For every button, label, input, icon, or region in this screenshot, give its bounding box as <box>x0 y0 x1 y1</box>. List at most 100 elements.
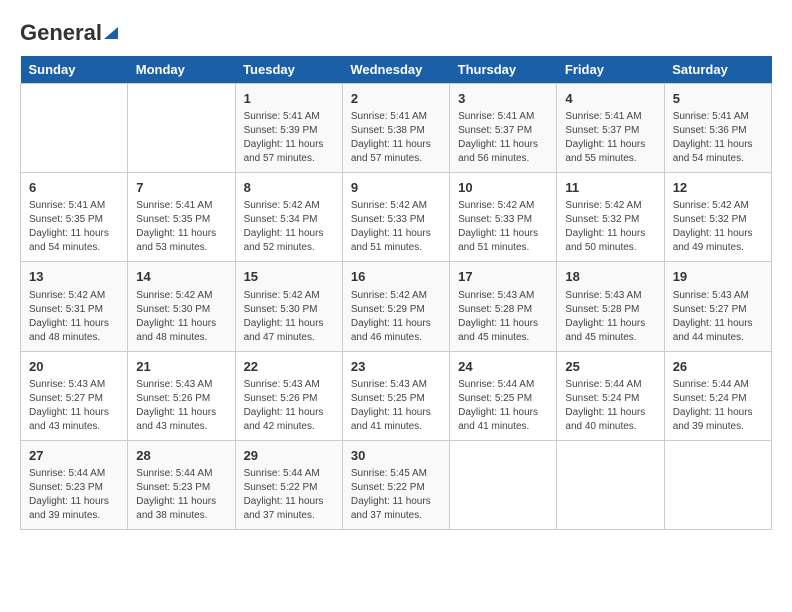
calendar-table: SundayMondayTuesdayWednesdayThursdayFrid… <box>20 56 772 530</box>
day-info: Sunrise: 5:41 AM Sunset: 5:39 PM Dayligh… <box>244 110 334 166</box>
calendar-cell: 19 Sunrise: 5:43 AM Sunset: 5:27 PM Dayli… <box>664 262 771 351</box>
weekday-header-saturday: Saturday <box>664 56 771 84</box>
day-number: 5 <box>673 90 763 108</box>
calendar-cell: 30 Sunrise: 5:45 AM Sunset: 5:22 PM Dayli… <box>342 440 449 529</box>
calendar-cell: 10 Sunrise: 5:42 AM Sunset: 5:33 PM Dayli… <box>450 173 557 262</box>
day-info: Sunrise: 5:43 AM Sunset: 5:25 PM Dayligh… <box>351 378 441 434</box>
day-number: 2 <box>351 90 441 108</box>
calendar-cell: 22 Sunrise: 5:43 AM Sunset: 5:26 PM Dayli… <box>235 351 342 440</box>
day-number: 27 <box>29 447 119 465</box>
calendar-cell: 25 Sunrise: 5:44 AM Sunset: 5:24 PM Dayli… <box>557 351 664 440</box>
day-number: 11 <box>565 179 655 197</box>
calendar-cell: 7 Sunrise: 5:41 AM Sunset: 5:35 PM Daylig… <box>128 173 235 262</box>
calendar-cell: 26 Sunrise: 5:44 AM Sunset: 5:24 PM Dayli… <box>664 351 771 440</box>
day-info: Sunrise: 5:44 AM Sunset: 5:25 PM Dayligh… <box>458 378 548 434</box>
day-number: 28 <box>136 447 226 465</box>
logo-general: General <box>20 20 102 46</box>
day-info: Sunrise: 5:42 AM Sunset: 5:30 PM Dayligh… <box>244 289 334 345</box>
day-info: Sunrise: 5:43 AM Sunset: 5:28 PM Dayligh… <box>458 289 548 345</box>
day-number: 19 <box>673 268 763 286</box>
day-number: 3 <box>458 90 548 108</box>
calendar-cell: 11Sunrise: 5:42 AM Sunset: 5:32 PM Dayli… <box>557 173 664 262</box>
calendar-cell: 8 Sunrise: 5:42 AM Sunset: 5:34 PM Daylig… <box>235 173 342 262</box>
weekday-header-tuesday: Tuesday <box>235 56 342 84</box>
day-number: 25 <box>565 358 655 376</box>
calendar-cell: 28 Sunrise: 5:44 AM Sunset: 5:23 PM Dayli… <box>128 440 235 529</box>
day-info: Sunrise: 5:42 AM Sunset: 5:31 PM Dayligh… <box>29 289 119 345</box>
day-info: Sunrise: 5:41 AM Sunset: 5:35 PM Dayligh… <box>136 199 226 255</box>
day-number: 4 <box>565 90 655 108</box>
day-number: 1 <box>244 90 334 108</box>
weekday-header-wednesday: Wednesday <box>342 56 449 84</box>
calendar-cell <box>450 440 557 529</box>
day-info: Sunrise: 5:41 AM Sunset: 5:37 PM Dayligh… <box>458 110 548 166</box>
calendar-cell: 14 Sunrise: 5:42 AM Sunset: 5:30 PM Dayli… <box>128 262 235 351</box>
day-number: 26 <box>673 358 763 376</box>
day-info: Sunrise: 5:44 AM Sunset: 5:24 PM Dayligh… <box>565 378 655 434</box>
calendar-cell: 16 Sunrise: 5:42 AM Sunset: 5:29 PM Dayli… <box>342 262 449 351</box>
calendar-cell: 18 Sunrise: 5:43 AM Sunset: 5:28 PM Dayli… <box>557 262 664 351</box>
day-info: Sunrise: 5:41 AM Sunset: 5:38 PM Dayligh… <box>351 110 441 166</box>
day-number: 20 <box>29 358 119 376</box>
calendar-cell: 17Sunrise: 5:43 AM Sunset: 5:28 PM Dayli… <box>450 262 557 351</box>
day-info: Sunrise: 5:43 AM Sunset: 5:26 PM Dayligh… <box>136 378 226 434</box>
calendar-cell <box>557 440 664 529</box>
weekday-header-monday: Monday <box>128 56 235 84</box>
logo-icon <box>104 23 118 44</box>
calendar-cell: 24 Sunrise: 5:44 AM Sunset: 5:25 PM Dayli… <box>450 351 557 440</box>
day-info: Sunrise: 5:45 AM Sunset: 5:22 PM Dayligh… <box>351 467 441 523</box>
calendar-cell: 13 Sunrise: 5:42 AM Sunset: 5:31 PM Dayli… <box>21 262 128 351</box>
calendar-cell: 6 Sunrise: 5:41 AM Sunset: 5:35 PM Daylig… <box>21 173 128 262</box>
weekday-header-thursday: Thursday <box>450 56 557 84</box>
day-info: Sunrise: 5:44 AM Sunset: 5:23 PM Dayligh… <box>29 467 119 523</box>
day-number: 12 <box>673 179 763 197</box>
weekday-header-friday: Friday <box>557 56 664 84</box>
day-info: Sunrise: 5:41 AM Sunset: 5:37 PM Dayligh… <box>565 110 655 166</box>
day-info: Sunrise: 5:42 AM Sunset: 5:33 PM Dayligh… <box>458 199 548 255</box>
calendar-cell: 23 Sunrise: 5:43 AM Sunset: 5:25 PM Dayli… <box>342 351 449 440</box>
day-number: 10 <box>458 179 548 197</box>
day-number: 14 <box>136 268 226 286</box>
day-number: 23 <box>351 358 441 376</box>
day-info: Sunrise: 5:42 AM Sunset: 5:33 PM Dayligh… <box>351 199 441 255</box>
calendar-cell <box>21 84 128 173</box>
weekday-header-sunday: Sunday <box>21 56 128 84</box>
day-number: 30 <box>351 447 441 465</box>
calendar-cell: 12 Sunrise: 5:42 AM Sunset: 5:32 PM Dayli… <box>664 173 771 262</box>
day-info: Sunrise: 5:44 AM Sunset: 5:24 PM Dayligh… <box>673 378 763 434</box>
day-number: 6 <box>29 179 119 197</box>
day-number: 16 <box>351 268 441 286</box>
day-number: 22 <box>244 358 334 376</box>
calendar-header: SundayMondayTuesdayWednesdayThursdayFrid… <box>21 56 772 84</box>
calendar-cell: 9 Sunrise: 5:42 AM Sunset: 5:33 PM Daylig… <box>342 173 449 262</box>
calendar-cell: 3 Sunrise: 5:41 AM Sunset: 5:37 PM Daylig… <box>450 84 557 173</box>
calendar-cell: 21 Sunrise: 5:43 AM Sunset: 5:26 PM Dayli… <box>128 351 235 440</box>
calendar-cell: 4 Sunrise: 5:41 AM Sunset: 5:37 PM Daylig… <box>557 84 664 173</box>
day-info: Sunrise: 5:42 AM Sunset: 5:29 PM Dayligh… <box>351 289 441 345</box>
calendar-cell: 15Sunrise: 5:42 AM Sunset: 5:30 PM Dayli… <box>235 262 342 351</box>
day-number: 7 <box>136 179 226 197</box>
day-info: Sunrise: 5:42 AM Sunset: 5:30 PM Dayligh… <box>136 289 226 345</box>
day-number: 9 <box>351 179 441 197</box>
day-number: 24 <box>458 358 548 376</box>
calendar-cell: 29 Sunrise: 5:44 AM Sunset: 5:22 PM Dayli… <box>235 440 342 529</box>
day-info: Sunrise: 5:43 AM Sunset: 5:28 PM Dayligh… <box>565 289 655 345</box>
calendar-cell: 2 Sunrise: 5:41 AM Sunset: 5:38 PM Daylig… <box>342 84 449 173</box>
day-info: Sunrise: 5:41 AM Sunset: 5:35 PM Dayligh… <box>29 199 119 255</box>
day-info: Sunrise: 5:42 AM Sunset: 5:34 PM Dayligh… <box>244 199 334 255</box>
calendar-cell: 1 Sunrise: 5:41 AM Sunset: 5:39 PM Daylig… <box>235 84 342 173</box>
day-info: Sunrise: 5:44 AM Sunset: 5:23 PM Dayligh… <box>136 467 226 523</box>
day-info: Sunrise: 5:41 AM Sunset: 5:36 PM Dayligh… <box>673 110 763 166</box>
day-info: Sunrise: 5:43 AM Sunset: 5:27 PM Dayligh… <box>673 289 763 345</box>
day-number: 29 <box>244 447 334 465</box>
day-number: 21 <box>136 358 226 376</box>
calendar-cell: 20 Sunrise: 5:43 AM Sunset: 5:27 PM Dayli… <box>21 351 128 440</box>
day-number: 18 <box>565 268 655 286</box>
day-info: Sunrise: 5:42 AM Sunset: 5:32 PM Dayligh… <box>673 199 763 255</box>
day-info: Sunrise: 5:44 AM Sunset: 5:22 PM Dayligh… <box>244 467 334 523</box>
day-number: 8 <box>244 179 334 197</box>
day-number: 13 <box>29 268 119 286</box>
day-info: Sunrise: 5:43 AM Sunset: 5:27 PM Dayligh… <box>29 378 119 434</box>
day-info: Sunrise: 5:43 AM Sunset: 5:26 PM Dayligh… <box>244 378 334 434</box>
calendar-cell <box>128 84 235 173</box>
